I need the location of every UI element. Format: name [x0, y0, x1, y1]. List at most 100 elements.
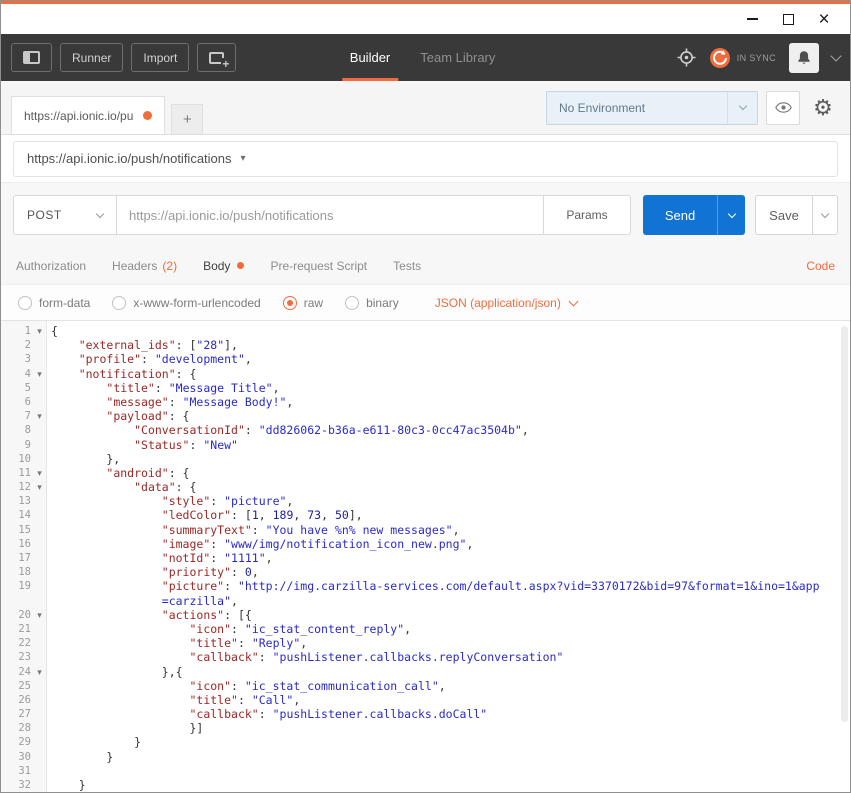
editor-line[interactable]: 16 "image": "www/img/notification_icon_n… — [1, 537, 850, 551]
maximize-button[interactable] — [770, 6, 806, 32]
send-options-button[interactable] — [717, 195, 745, 235]
body-type-options: form-data x-www-form-urlencoded raw binary — [18, 295, 399, 310]
editor-line[interactable]: =carzilla", — [1, 594, 850, 608]
radio-circle-icon — [282, 295, 297, 310]
environment-select[interactable]: No Environment — [546, 90, 758, 125]
tab-pre-request-script[interactable]: Pre-request Script — [270, 259, 367, 273]
runner-button[interactable]: Runner — [60, 43, 124, 72]
fold-arrow-icon[interactable]: ▾ — [33, 665, 46, 679]
line-content: =carzilla", — [161, 593, 238, 608]
editor-line[interactable]: 2 "external_ids": ["28"], — [1, 338, 850, 352]
editor-line[interactable]: 4 ▾ "notification": { — [1, 367, 850, 381]
radio-x-www-form-urlencoded[interactable]: x-www-form-urlencoded — [112, 295, 261, 310]
fold-arrow-icon[interactable]: ▾ — [33, 367, 46, 381]
sidebar-toggle-button[interactable] — [11, 43, 52, 72]
tab-builder[interactable]: Builder — [341, 34, 399, 81]
editor-line[interactable]: 18 "priority": 0, — [1, 565, 850, 579]
new-tab-button[interactable]: + — [171, 104, 204, 134]
request-tab[interactable]: https://api.ionic.io/pu — [11, 96, 166, 134]
editor-line[interactable]: 29 } — [1, 735, 850, 749]
radio-circle-icon — [112, 295, 127, 310]
line-gutter: 10 — [1, 452, 46, 466]
close-button[interactable]: × — [806, 6, 842, 32]
editor-line[interactable]: 14 "ledColor": [1, 189, 73, 50], — [1, 508, 850, 522]
editor-line[interactable]: 15 "summaryText": "You have %n% new mess… — [1, 523, 850, 537]
method-select[interactable]: POST — [13, 195, 117, 235]
save-button[interactable]: Save — [755, 195, 813, 235]
tab-authorization[interactable]: Authorization — [16, 259, 86, 273]
editor-line[interactable]: 8 "ConversationId": "dd826062-b36a-e611-… — [1, 423, 850, 437]
editor-line[interactable]: 6 "message": "Message Body!", — [1, 395, 850, 409]
fold-arrow-icon[interactable]: ▾ — [33, 480, 46, 494]
code-link[interactable]: Code — [806, 259, 835, 273]
new-collection-button[interactable] — [197, 43, 237, 72]
editor-line[interactable]: 21 "icon": "ic_stat_content_reply", — [1, 622, 850, 636]
fold-arrow-icon[interactable]: ▾ — [33, 324, 46, 338]
editor-line[interactable]: 1 ▾ { — [1, 324, 850, 338]
minimize-button[interactable] — [734, 6, 770, 32]
radio-form-data[interactable]: form-data — [18, 295, 90, 310]
sidebar-toggle-icon — [23, 51, 40, 64]
editor-line[interactable]: 10 }, — [1, 452, 850, 466]
editor-line[interactable]: 13 "style": "picture", — [1, 494, 850, 508]
fold-arrow-icon[interactable]: ▾ — [33, 466, 46, 480]
editor-line[interactable]: 28 }] — [1, 721, 850, 735]
line-content: "callback": "pushListener.callbacks.doCa… — [189, 707, 488, 722]
editor-line[interactable]: 20 ▾ "actions": [{ — [1, 608, 850, 622]
line-content: "image": "www/img/notification_icon_new.… — [161, 536, 474, 551]
save-options-button[interactable] — [812, 195, 838, 235]
fold-arrow-icon[interactable]: ▾ — [33, 608, 46, 622]
fold-arrow-icon[interactable]: ▾ — [33, 409, 46, 423]
editor-line[interactable]: 11 ▾ "android": { — [1, 466, 850, 480]
editor-line[interactable]: 9 "Status": "New" — [1, 438, 850, 452]
editor-line[interactable]: 30 } — [1, 750, 850, 764]
line-content: "notId": "1111", — [161, 551, 273, 565]
editor-line[interactable]: 12 ▾ "data": { — [1, 480, 850, 494]
tab-team-library[interactable]: Team Library — [420, 34, 495, 81]
capture-icon — [677, 48, 696, 67]
account-chevron-icon[interactable] — [830, 49, 842, 62]
editor-line[interactable]: 24 ▾ },{ — [1, 665, 850, 679]
editor-line[interactable]: 7 ▾ "payload": { — [1, 409, 850, 423]
url-input[interactable] — [116, 195, 544, 235]
send-button[interactable]: Send — [643, 195, 717, 235]
environment-settings-button[interactable]: ⚙ — [808, 91, 838, 125]
capture-button[interactable] — [677, 48, 696, 67]
line-content: "external_ids": ["28"], — [78, 338, 238, 353]
request-name-dropdown[interactable]: https://api.ionic.io/push/notifications … — [13, 140, 838, 177]
bell-icon — [798, 50, 810, 64]
tab-tests[interactable]: Tests — [393, 259, 421, 273]
request-tabs-list: Authorization Headers (2) Body Pre-request S… — [16, 259, 421, 273]
sync-icon — [709, 47, 730, 68]
body-editor[interactable]: 1 ▾{2 "external_ids": ["28"], 3 "profile":… — [1, 320, 850, 792]
editor-line[interactable]: 23 "callback": "pushListener.callbacks.r… — [1, 650, 850, 664]
line-number: 7 — [24, 410, 31, 423]
line-gutter: 30 — [1, 750, 46, 764]
editor-line[interactable]: 26 "title": "Call", — [1, 693, 850, 707]
editor-line[interactable]: 5 "title": "Message Title", — [1, 381, 850, 395]
sync-status[interactable]: IN SYNC — [709, 47, 776, 69]
request-name-row: https://api.ionic.io/push/notifications … — [1, 135, 850, 182]
content-type-select[interactable]: JSON (application/json) — [435, 296, 579, 310]
notifications-button[interactable] — [789, 42, 819, 73]
editor-line[interactable]: 19 "picture": "http://img.carzilla-servi… — [1, 579, 850, 593]
editor-line[interactable]: 17 "notId": "1111", — [1, 551, 850, 565]
environment-preview-button[interactable] — [766, 90, 800, 125]
line-number: 21 — [18, 622, 31, 635]
line-number: 10 — [18, 452, 31, 465]
tab-headers[interactable]: Headers (2) — [112, 259, 177, 273]
editor-line[interactable]: 22 "title": "Reply", — [1, 636, 850, 650]
radio-binary[interactable]: binary — [345, 295, 399, 310]
editor-line[interactable]: 3 "profile": "development", — [1, 352, 850, 366]
editor-line[interactable]: 31 — [1, 764, 850, 778]
import-button[interactable]: Import — [131, 43, 190, 72]
editor-line[interactable]: 27 "callback": "pushListener.callbacks.d… — [1, 707, 850, 721]
editor-line[interactable]: 32 } — [1, 778, 850, 792]
tab-body[interactable]: Body — [203, 259, 245, 273]
editor-line[interactable]: 25 "icon": "ic_stat_communication_call", — [1, 679, 850, 693]
radio-raw[interactable]: raw — [282, 295, 323, 310]
params-button[interactable]: Params — [543, 195, 631, 235]
